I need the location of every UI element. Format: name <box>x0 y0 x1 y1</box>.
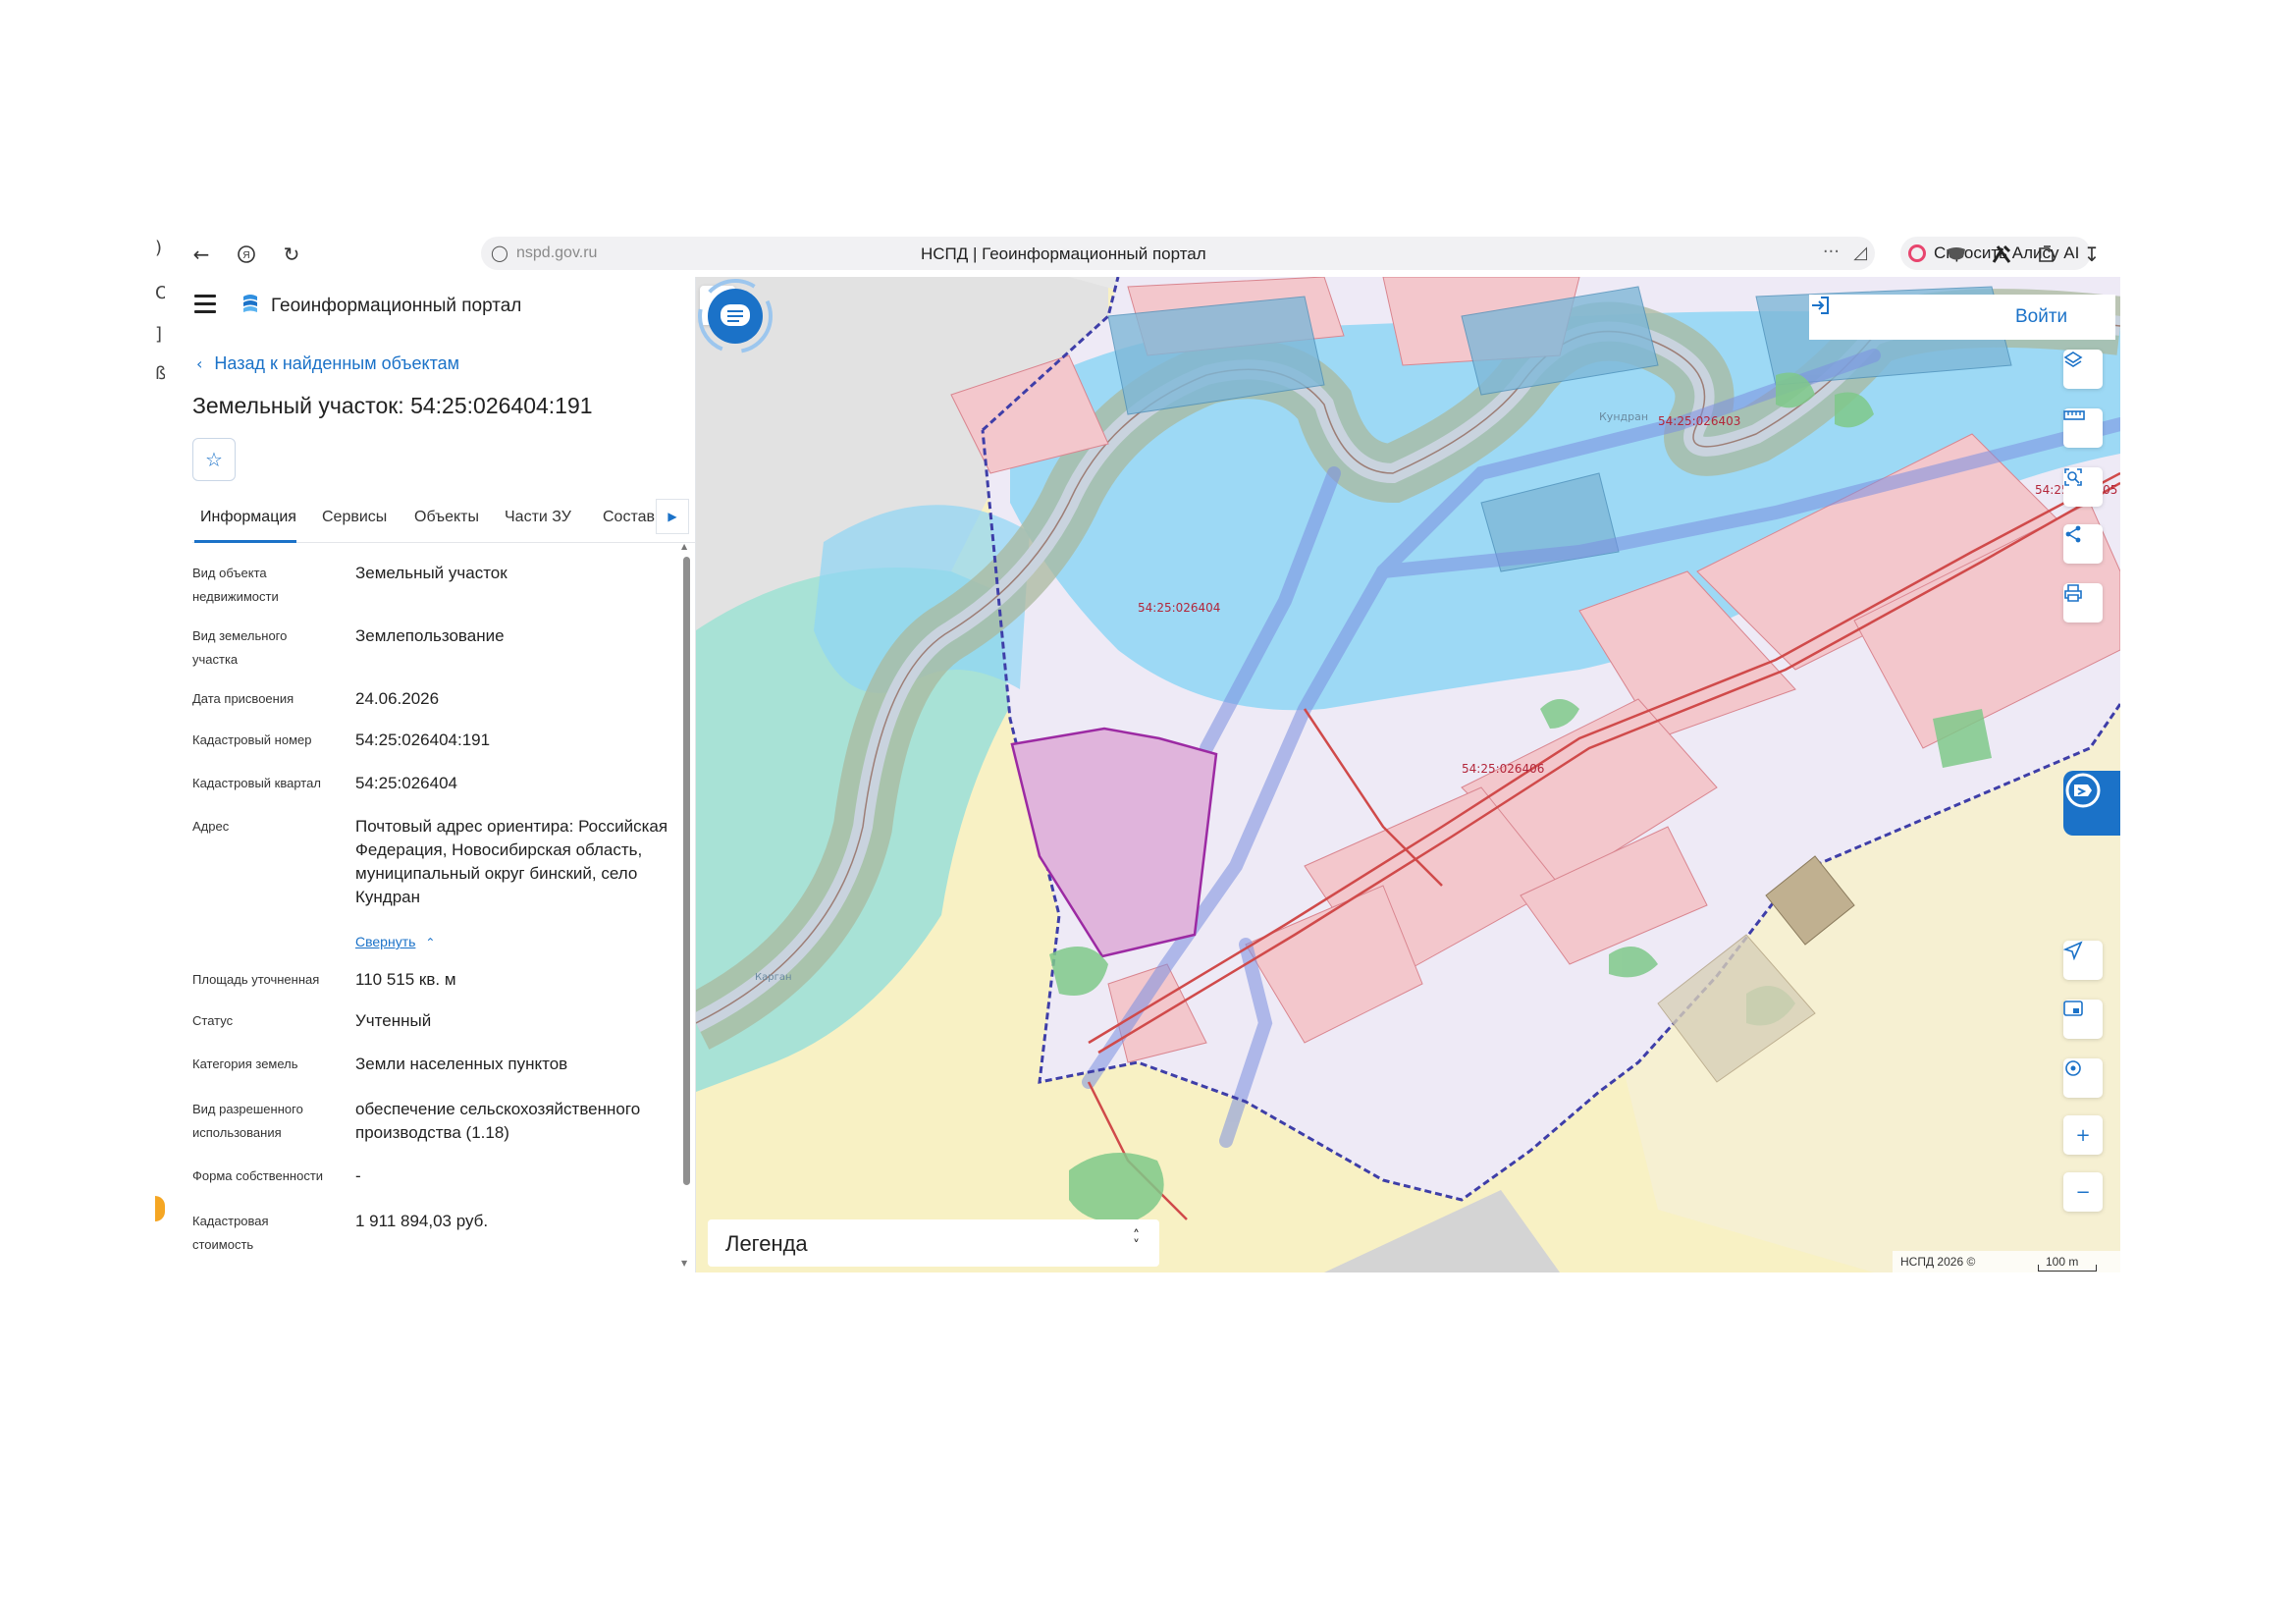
star-icon: ☆ <box>205 448 223 471</box>
locate-button[interactable] <box>2063 1058 2103 1098</box>
app-header: Геоинформационный портал <box>165 277 695 334</box>
chevron-updown-icon: ˄ ˅ <box>1133 1228 1140 1254</box>
zoom-out-button[interactable]: − <box>2063 1172 2103 1212</box>
tab-objects[interactable]: Объекты <box>414 509 479 526</box>
url-text: nspd.gov.ru <box>516 244 598 261</box>
scrollbar-thumb[interactable] <box>683 557 690 1185</box>
share-button[interactable] <box>2063 524 2103 564</box>
collections-icon[interactable] <box>2030 238 2063 271</box>
map-canvas[interactable] <box>696 277 2120 1272</box>
tab-composition[interactable]: Состав <box>603 509 655 526</box>
browser-toolbar: ← Я ↻ ◯ nspd.gov.ru НСПД | Геоинформацио… <box>165 232 2120 277</box>
cadastral-label-026404: 54:25:026404 <box>1138 601 1221 615</box>
yandex-icon[interactable]: Я <box>230 238 263 271</box>
print-icon <box>2064 584 2082 602</box>
bookmark-icon[interactable]: ◿ <box>1853 243 1867 263</box>
back-link-label: Назад к найденным объектам <box>214 353 460 373</box>
tools-icon[interactable] <box>1985 238 2018 271</box>
tab-information[interactable]: Информация <box>200 509 296 526</box>
place-label-kundran: Кундран <box>1599 410 1649 423</box>
portal-logo-icon <box>243 295 257 312</box>
alice-icon <box>1908 244 1926 262</box>
download-icon[interactable]: ↧ <box>2075 238 2109 271</box>
chat-button[interactable] <box>696 277 774 355</box>
geolocation-button[interactable] <box>2063 941 2103 980</box>
minimap-icon <box>2063 1001 2083 1016</box>
layers-icon <box>2063 352 2083 367</box>
tabs-scroll-right-button[interactable]: ▶ <box>656 499 689 534</box>
map-attribution: НСПД 2026 © 100 m <box>1893 1251 2120 1272</box>
location-target-icon <box>2065 1060 2081 1076</box>
login-button[interactable]: Войти <box>2015 306 2067 328</box>
select-area-button[interactable] <box>2063 467 2103 507</box>
tab-services[interactable]: Сервисы <box>322 509 387 526</box>
shield-icon: ◯ <box>491 244 508 262</box>
collapse-link[interactable]: Свернуть ⌃ <box>355 934 435 949</box>
share-icon <box>2065 525 2081 543</box>
cadastral-label-026406: 54:25:026406 <box>1462 762 1545 776</box>
svg-text:Я: Я <box>242 250 249 261</box>
login-bar: Войти <box>1809 295 2115 340</box>
left-strip: ) O ] ß <box>155 232 169 1272</box>
reload-icon[interactable]: ↻ <box>275 238 308 271</box>
menu-icon[interactable] <box>194 295 216 314</box>
minimap-button[interactable] <box>2063 1000 2103 1039</box>
select-area-icon <box>2064 468 2082 486</box>
login-icon[interactable] <box>1809 295 1831 316</box>
cadastral-label-026403: 54:25:026403 <box>1658 414 1741 428</box>
object-title: Земельный участок: 54:25:026404:191 <box>192 393 593 418</box>
scroll-up-icon[interactable]: ▲ <box>681 542 687 551</box>
scale-bar <box>2038 1265 2097 1272</box>
ruler-icon <box>2063 410 2085 420</box>
feedback-widget[interactable] <box>2063 771 2120 836</box>
zoom-in-button[interactable]: + <box>2063 1115 2103 1155</box>
layers-button[interactable] <box>2063 350 2103 389</box>
measure-button[interactable] <box>2063 408 2103 448</box>
tab-bar: Информация Сервисы Объекты Части ЗУ Сост… <box>192 499 695 543</box>
minus-icon: − <box>2075 1181 2091 1203</box>
navigation-icon <box>2063 941 2083 960</box>
info-panel: Геоинформационный портал ‹ Назад к найден… <box>165 277 696 1272</box>
shield-extension-icon[interactable] <box>1940 238 1973 271</box>
chevron-up-icon: ⌃ <box>425 936 436 949</box>
active-tab-indicator <box>194 540 296 543</box>
back-arrow-icon[interactable]: ← <box>185 238 218 271</box>
map-view[interactable]: 54:25:026404 54:25:026403 54:25:026405 5… <box>696 277 2120 1272</box>
plus-icon: + <box>2075 1124 2091 1146</box>
print-button[interactable] <box>2063 583 2103 623</box>
scroll-down-icon[interactable]: ▼ <box>681 1259 687 1268</box>
legend-label: Легенда <box>725 1231 808 1256</box>
place-label-kargan: Карган <box>755 972 792 983</box>
attribution-text: НСПД 2026 © <box>1900 1255 1976 1269</box>
side-app-icon[interactable] <box>155 1196 165 1221</box>
legend-panel[interactable]: Легенда ˄ ˅ <box>708 1219 1159 1267</box>
chevron-left-icon: ‹ <box>196 354 203 373</box>
tab-parts[interactable]: Части ЗУ <box>505 509 571 526</box>
back-link[interactable]: ‹ Назад к найденным объектам <box>196 353 459 374</box>
feedback-icon <box>2065 773 2101 808</box>
favorite-button[interactable]: ☆ <box>192 438 236 481</box>
page-title-text: НСПД | Геоинформационный портал <box>921 244 1206 263</box>
more-icon[interactable]: ··· <box>1823 242 1840 262</box>
address-bar[interactable]: ◯ nspd.gov.ru НСПД | Геоинформационный п… <box>481 237 1875 270</box>
app-title: Геоинформационный портал <box>271 296 522 316</box>
